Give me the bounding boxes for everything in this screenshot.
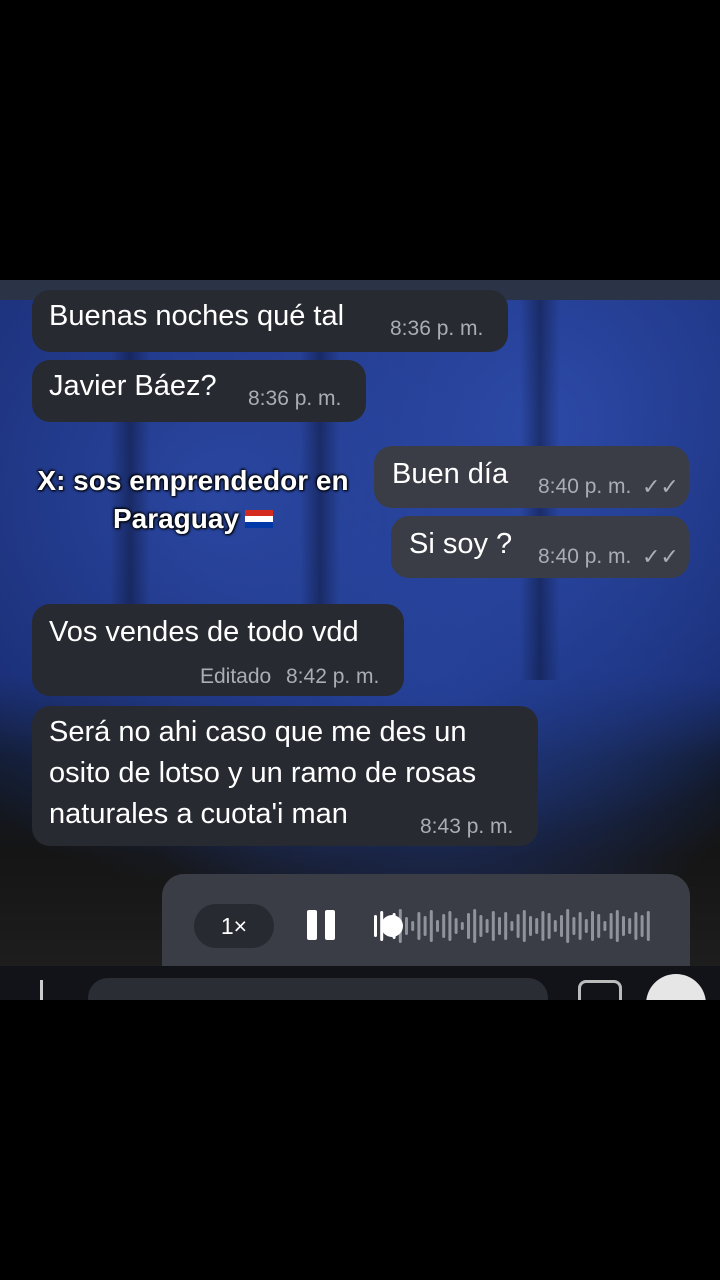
chat-area: Buenas noches qué tal 8:36 p. m. Javier …	[0, 280, 720, 1000]
message-input-bar	[0, 966, 720, 1000]
message-time: 8:43 p. m.	[420, 815, 514, 838]
message-bubble[interactable]: Buen día 8:40 p. m. ✓✓	[374, 446, 689, 508]
double-check-icon: ✓✓	[642, 544, 679, 569]
message-time: 8:42 p. m.	[286, 665, 380, 688]
message-text: Javier Báez?	[49, 370, 217, 402]
message-time: 8:40 p. m.	[538, 475, 632, 498]
message-line: naturales a cuota'i man	[49, 798, 348, 830]
message-time: 8:40 p. m.	[538, 545, 632, 568]
message-bubble[interactable]: Vos vendes de todo vdd Editado 8:42 p. m…	[32, 604, 404, 696]
message-bubble[interactable]: Javier Báez? 8:36 p. m.	[32, 360, 366, 422]
waveform-icon[interactable]	[372, 898, 662, 954]
message-bubble[interactable]: Será no ahi caso que me des un osito de …	[32, 706, 538, 846]
paraguay-flag-icon	[245, 509, 274, 528]
pause-icon[interactable]	[307, 910, 337, 940]
video-caption: X: sos emprendedor en Paraguay	[20, 462, 366, 538]
message-bubble[interactable]: Buenas noches qué tal 8:36 p. m.	[32, 290, 508, 352]
message-text: Buenas noches qué tal	[49, 300, 345, 332]
message-line: Será no ahi caso que me des un	[49, 716, 467, 748]
message-text: Buen día	[392, 458, 509, 490]
caption-line-1: X: sos emprendedor en	[37, 465, 349, 496]
message-text: Si soy ?	[409, 528, 513, 560]
camera-icon[interactable]	[578, 980, 622, 1000]
message-line: osito de lotso y un ramo de rosas	[49, 757, 477, 789]
caption-line-2: Paraguay	[112, 503, 240, 534]
attach-icon[interactable]	[40, 980, 43, 1000]
message-time: 8:36 p. m.	[248, 387, 342, 410]
edited-label: Editado	[200, 665, 272, 688]
double-check-icon: ✓✓	[642, 474, 679, 499]
playback-speed-button[interactable]: 1×	[194, 904, 274, 948]
message-bubble[interactable]: Si soy ? 8:40 p. m. ✓✓	[391, 516, 689, 578]
message-text: Vos vendes de todo vdd	[49, 616, 359, 648]
message-time: 8:36 p. m.	[390, 317, 484, 340]
microphone-icon[interactable]	[646, 974, 706, 1000]
message-input[interactable]	[88, 978, 548, 1000]
